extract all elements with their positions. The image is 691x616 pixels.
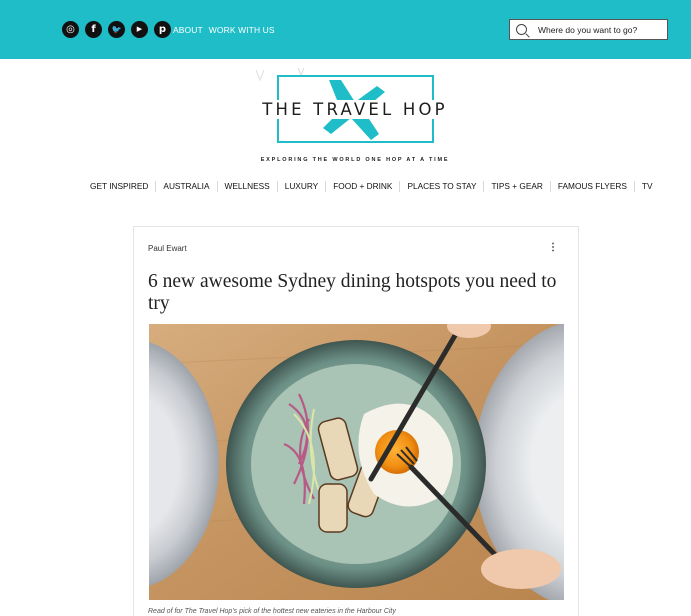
nav-item-food-drink[interactable]: FOOD + DRINK [325,181,399,192]
instagram-icon[interactable]: ◎ [62,21,79,38]
main-nav: GET INSPIRED AUSTRALIA WELLNESS LUXURY F… [85,181,660,192]
facebook-icon[interactable]: f [85,21,102,38]
logo-title: THE TRAVEL HOP [240,100,470,119]
nav-item-tv[interactable]: TV [633,181,660,192]
post-author[interactable]: Paul Ewart [148,244,187,253]
top-bar: ◎ f 🐦 ▶ p ABOUT WORK WITH US [0,0,691,59]
nav-item-places-to-stay[interactable]: PLACES TO STAY [399,181,483,192]
nav-item-wellness[interactable]: WELLNESS [216,181,277,192]
nav-item-luxury[interactable]: LUXURY [276,181,326,192]
post-hero-image [149,324,564,600]
nav-item-tips-gear[interactable]: TIPS + GEAR [483,181,549,192]
nav-item-australia[interactable]: AUSTRALIA [155,181,216,192]
search-icon[interactable] [516,24,527,35]
search-input[interactable] [538,24,667,35]
post-card: Paul Ewart ⋮ 6 new awesome Sydney dining… [133,226,579,616]
image-caption: Read of for The Travel Hop's pick of the… [148,608,396,615]
site-logo[interactable]: THE TRAVEL HOP EXPLORING THE WORLD ONE H… [240,64,470,174]
about-link[interactable]: ABOUT [173,25,203,35]
post-title: 6 new awesome Sydney dining hotspots you… [148,271,557,314]
work-with-us-link[interactable]: WORK WITH US [209,25,275,35]
top-links: ABOUT WORK WITH US [173,25,275,35]
more-actions-icon[interactable]: ⋮ [548,242,558,253]
logo-tagline: EXPLORING THE WORLD ONE HOP AT A TIME [260,157,450,163]
search-box[interactable] [509,19,668,40]
social-links: ◎ f 🐦 ▶ p [62,21,171,38]
pinterest-icon[interactable]: p [154,21,171,38]
nav-item-famous-flyers[interactable]: FAMOUS FLYERS [549,181,634,192]
twitter-icon[interactable]: 🐦 [108,21,125,38]
youtube-icon[interactable]: ▶ [131,21,148,38]
nav-item-get-inspired[interactable]: GET INSPIRED [85,181,155,192]
